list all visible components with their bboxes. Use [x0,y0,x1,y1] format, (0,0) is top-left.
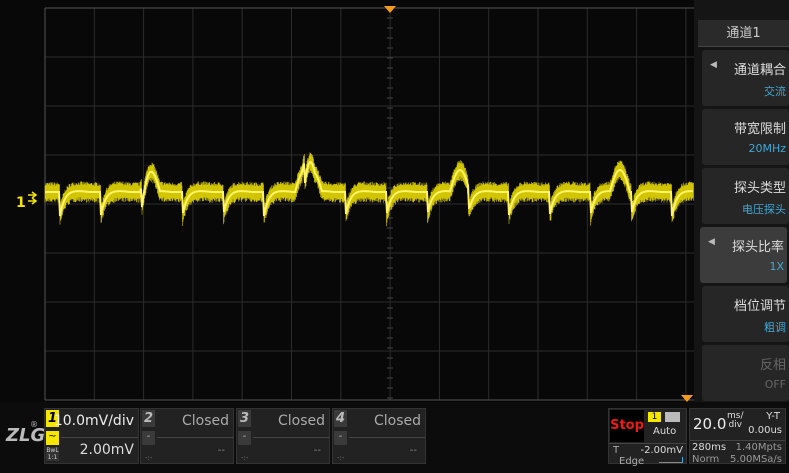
channel1-offset: 2.00mV [79,442,134,458]
channel-extra: -:- [337,454,345,462]
horizontal-delay: 0.00us [748,425,782,436]
left-arrow-icon: ◀ [710,60,717,70]
channel1-ground-marker[interactable]: 1 [16,191,38,211]
memory-depth: 1.40Mpts [735,442,782,453]
menu-item-label: 反相 [759,358,786,373]
menu-item-value: 粗调 [764,321,786,334]
menu-item-label: 探头比率 [731,240,784,255]
run-stop-status[interactable]: Stop [610,410,644,442]
channel-menu: 通道1 ◀ 通道耦合交流带宽限制 20MHz 探头类型电压探头 ◀ 探头比率 1X 档位调节粗… [694,0,789,402]
channel3-status[interactable]: 3 - Closed -- -:- [236,408,330,464]
channel-state: Closed [277,413,325,429]
menu-item-2[interactable]: 探头类型电压探头 [702,168,789,224]
trigger-coupling-icon [665,412,680,422]
channel-state: Closed [181,413,229,429]
channel4-status[interactable]: 4 - Closed -- -:- [332,408,426,464]
left-arrow-icon: ◀ [708,237,715,247]
trigger-position-marker[interactable] [384,6,396,13]
menu-item-label: 通道耦合 [733,63,786,78]
trigger-level: -2.00mV [640,445,683,456]
menu-item-label: 带宽限制 [733,122,786,137]
timebase-scale: 20.0 [693,415,727,433]
trigger-mode: Auto [653,426,677,437]
waveform-display[interactable]: 1 [0,0,789,402]
menu-item-value: 20MHz [748,142,786,155]
sample-rate: 5.00MSa/s [730,454,782,465]
menu-item-3[interactable]: ◀ 探头比率 1X [700,227,787,283]
coupling-icon: - [238,431,251,445]
svg-text:1: 1 [16,195,26,211]
display-mode: Y-T [766,411,780,422]
channel-extra: -:- [241,454,249,462]
channel1-status[interactable]: 1 ~ BwL 1:1 10.0mV/div 2.00mV [44,408,139,464]
ac-coupling-icon: ~ [46,431,59,445]
rising-edge-icon [659,457,683,463]
menu-item-5[interactable]: 反相 OFF [702,345,789,401]
channel1-waveform [44,152,694,227]
channel1-scale: 10.0mV/div [53,413,134,429]
channel-state: Closed [373,413,421,429]
menu-item-value: OFF [764,378,786,391]
trigger-status[interactable]: Stop 1 Auto T -2.00mV Edge [608,408,687,467]
menu-item-value: 交流 [764,85,786,98]
channel-number: 2 [142,410,155,427]
channel-number: 4 [334,410,347,427]
trigger-type: Edge [619,456,645,467]
trigger-level-label: T [613,445,620,456]
zlg-logo: ZLG [6,425,46,446]
acquisition-mode: Norm [692,454,720,465]
waveform-band [44,152,694,227]
menu-item-value: 电压探头 [742,203,786,216]
menu-item-label: 档位调节 [733,299,786,314]
registered-icon: ® [30,420,38,429]
trigger-level-marker[interactable] [681,395,693,402]
channel2-status[interactable]: 2 - Closed -- -:- [140,408,234,464]
channel-offset: -- [313,445,321,456]
trigger-source: 1 [648,412,661,422]
channel-extra: -:- [145,454,153,462]
channel-number: 3 [238,410,251,427]
record-time: 280ms [692,442,727,453]
bwl-badge: BwL 1:1 [46,447,59,461]
timebase-status[interactable]: 20.0 ms/div Y-T 0.00us 280ms 1.40Mpts No… [689,408,786,465]
menu-title: 通道1 [698,20,789,47]
channel-offset: -- [217,445,225,456]
channel-offset: -- [409,445,417,456]
menu-item-0[interactable]: ◀ 通道耦合交流 [702,50,789,106]
timebase-unit: ms/div [727,411,744,430]
coupling-icon: - [334,431,347,445]
menu-item-4[interactable]: 档位调节粗调 [702,286,789,342]
menu-item-1[interactable]: 带宽限制 20MHz [702,109,789,165]
coupling-icon: - [142,431,155,445]
menu-item-value: 1X [769,260,784,273]
menu-item-label: 探头类型 [733,181,786,196]
